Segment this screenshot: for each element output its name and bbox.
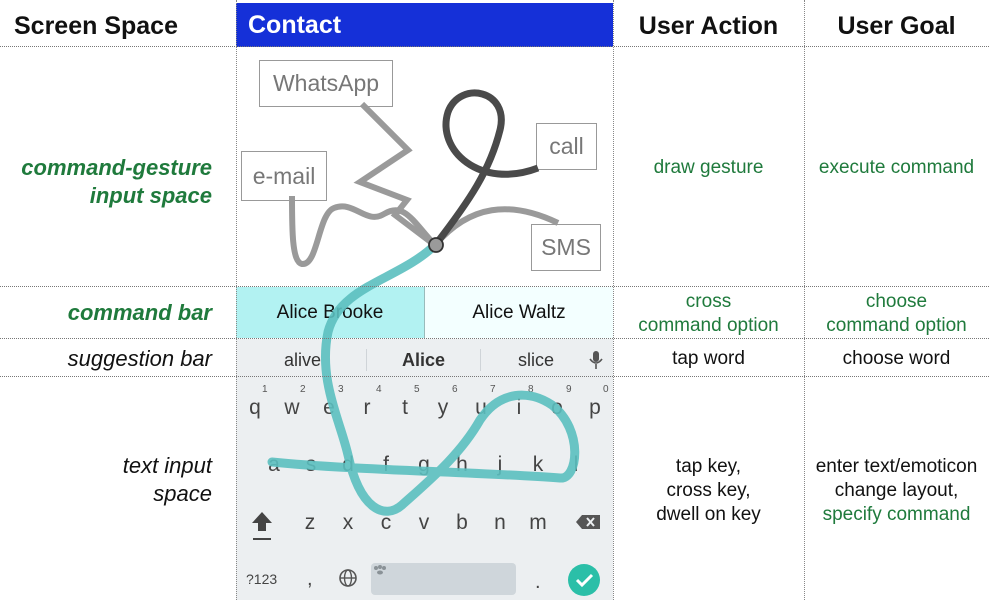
header-user-action: User Action xyxy=(638,12,779,40)
goal-line: enter text/emoticon xyxy=(815,456,978,477)
action-line: dwell on key xyxy=(656,504,761,525)
column-divider xyxy=(236,0,237,600)
action-line: command option xyxy=(638,315,779,336)
goal-execute-command: execute command xyxy=(818,157,975,178)
goal-line: choose xyxy=(865,291,928,312)
row-divider xyxy=(0,376,989,377)
header-user-goal: User Goal xyxy=(837,12,956,40)
row-divider xyxy=(0,46,989,47)
row-label-line: space xyxy=(153,481,212,506)
goal-text-entry: enter text/emoticon change layout, speci… xyxy=(804,455,989,527)
goal-line: specify command xyxy=(822,504,971,525)
keyboard-gesture-trace xyxy=(267,239,580,516)
whatsapp-gesture-stroke xyxy=(353,101,434,246)
action-line: cross xyxy=(685,291,732,312)
row-label-line: text input xyxy=(122,453,212,478)
row-label-command-bar: command bar xyxy=(67,300,212,325)
header-screen-space: Screen Space xyxy=(14,12,178,40)
action-line: tap key, xyxy=(675,456,742,477)
action-tap-word: tap word xyxy=(672,348,745,369)
row-label-line: command-gesture xyxy=(21,155,212,180)
action-cross-command: cross command option xyxy=(613,290,804,338)
call-gesture-stroke xyxy=(433,89,540,247)
goal-choose-word: choose word xyxy=(842,348,951,369)
row-label-line: input space xyxy=(89,183,212,208)
row-label-text-input: text input space xyxy=(123,452,212,508)
row-label-suggestion-bar: suggestion bar xyxy=(67,346,212,371)
action-line: cross key, xyxy=(666,480,751,501)
goal-line: command option xyxy=(826,315,967,336)
row-label-command-gesture: command-gesture input space xyxy=(21,154,212,210)
goal-line: change layout, xyxy=(834,480,959,501)
action-draw-gesture: draw gesture xyxy=(653,157,764,178)
gesture-origin-dot xyxy=(428,237,444,253)
action-keys: tap key, cross key, dwell on key xyxy=(613,455,804,527)
row-divider xyxy=(0,286,989,287)
row-divider xyxy=(0,338,989,339)
goal-choose-command: choose command option xyxy=(804,290,989,338)
